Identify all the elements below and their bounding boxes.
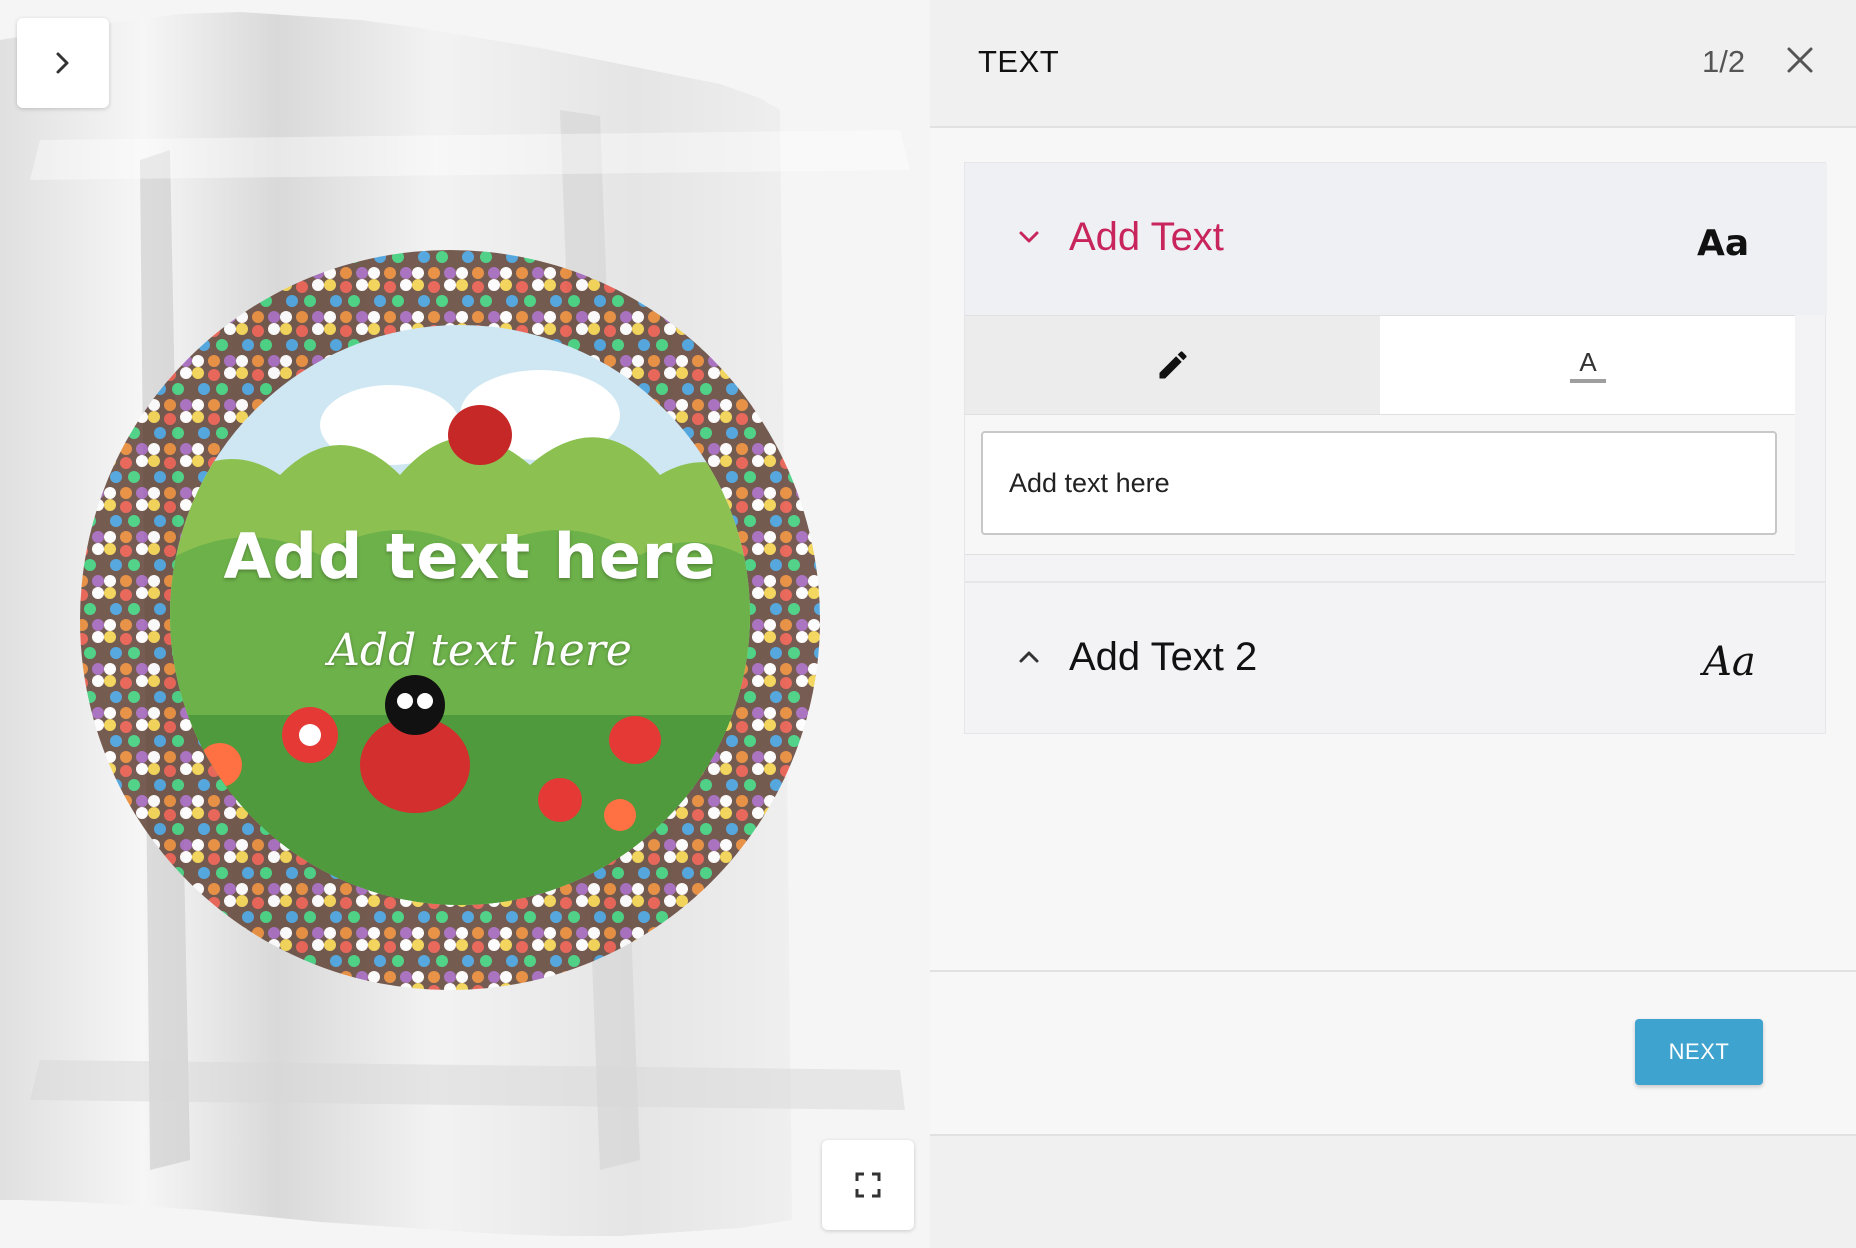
panel-divider	[930, 970, 1856, 972]
chevron-right-icon	[56, 52, 69, 74]
product-preview: Add text here Add text here	[0, 0, 930, 1248]
text-input-1[interactable]	[981, 431, 1777, 535]
chevron-up-icon	[1019, 651, 1039, 663]
text-style-icon: A	[1569, 347, 1606, 383]
edit-icon	[1159, 351, 1187, 379]
tab-text-style[interactable]: A	[1380, 316, 1795, 414]
close-button[interactable]	[1778, 38, 1822, 82]
step-counter: 1/2	[1702, 44, 1746, 79]
text-section-2-title: Add Text 2	[1069, 635, 1258, 679]
cookie-text-line2[interactable]: Add text here	[180, 625, 780, 676]
close-icon	[1787, 47, 1813, 73]
chevron-down-icon	[1019, 231, 1039, 243]
text-section-2[interactable]: Add Text 2 Aa	[964, 582, 1826, 734]
expand-panel-button[interactable]	[17, 18, 109, 108]
fullscreen-button[interactable]	[822, 1140, 914, 1230]
next-button[interactable]: NEXT	[1635, 1019, 1763, 1085]
panel-header: TEXT 1/2	[930, 0, 1856, 128]
cookie-text-line1[interactable]: Add text here	[160, 520, 780, 593]
panel-title: TEXT	[978, 44, 1060, 79]
tab-edit-text[interactable]	[965, 316, 1380, 414]
svg-text:A: A	[1579, 347, 1597, 377]
font-preview-1: Aa	[1697, 223, 1750, 264]
fullscreen-icon	[855, 1172, 881, 1198]
text-edit-tabs: A	[965, 315, 1795, 415]
text-editor-panel: TEXT 1/2 Add Text Aa A Add text here Add…	[930, 0, 1856, 1248]
panel-footer	[930, 1134, 1856, 1248]
text-input-wrapper	[965, 415, 1795, 555]
text-section-1-header[interactable]: Add Text Aa	[965, 163, 1827, 315]
text-section-1-title: Add Text	[1069, 215, 1224, 259]
text-section-1: Add Text Aa A	[964, 162, 1827, 582]
font-preview-2: Aa	[1703, 639, 1756, 685]
